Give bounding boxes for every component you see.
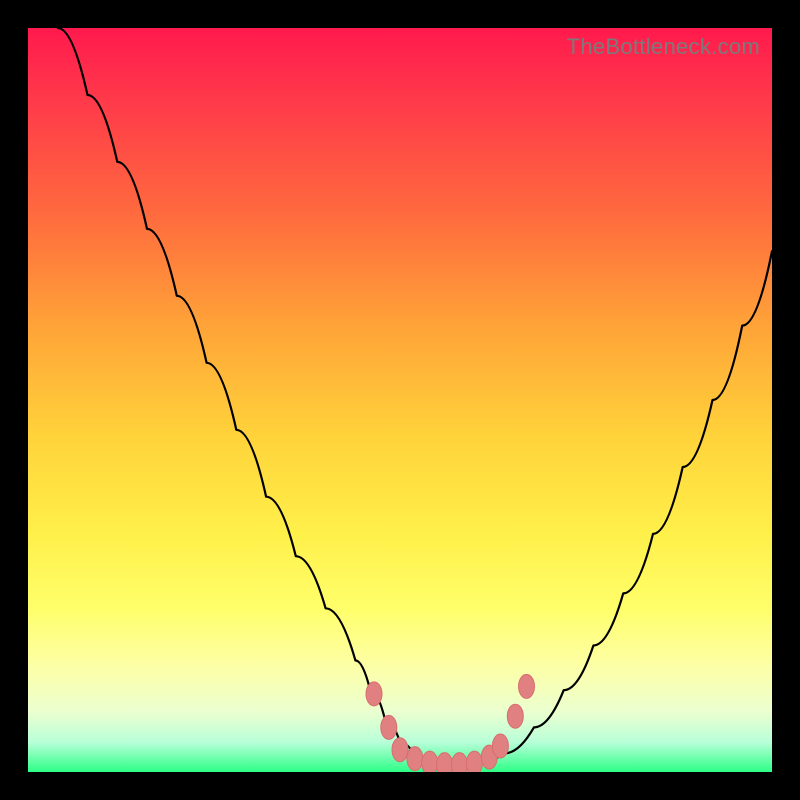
plot-area: TheBottleneck.com [28,28,772,772]
data-marker [407,747,423,771]
data-marker [392,738,408,762]
data-marker [507,704,523,728]
chart-frame: TheBottleneck.com [0,0,800,800]
data-marker [422,751,438,772]
data-marker [452,753,468,772]
marker-layer [28,28,772,772]
data-marker [381,715,397,739]
data-marker [492,734,508,758]
data-marker [437,753,453,772]
watermark-text: TheBottleneck.com [567,34,760,60]
data-marker [519,674,535,698]
data-marker [366,682,382,706]
marker-group [366,674,535,772]
data-marker [466,751,482,772]
